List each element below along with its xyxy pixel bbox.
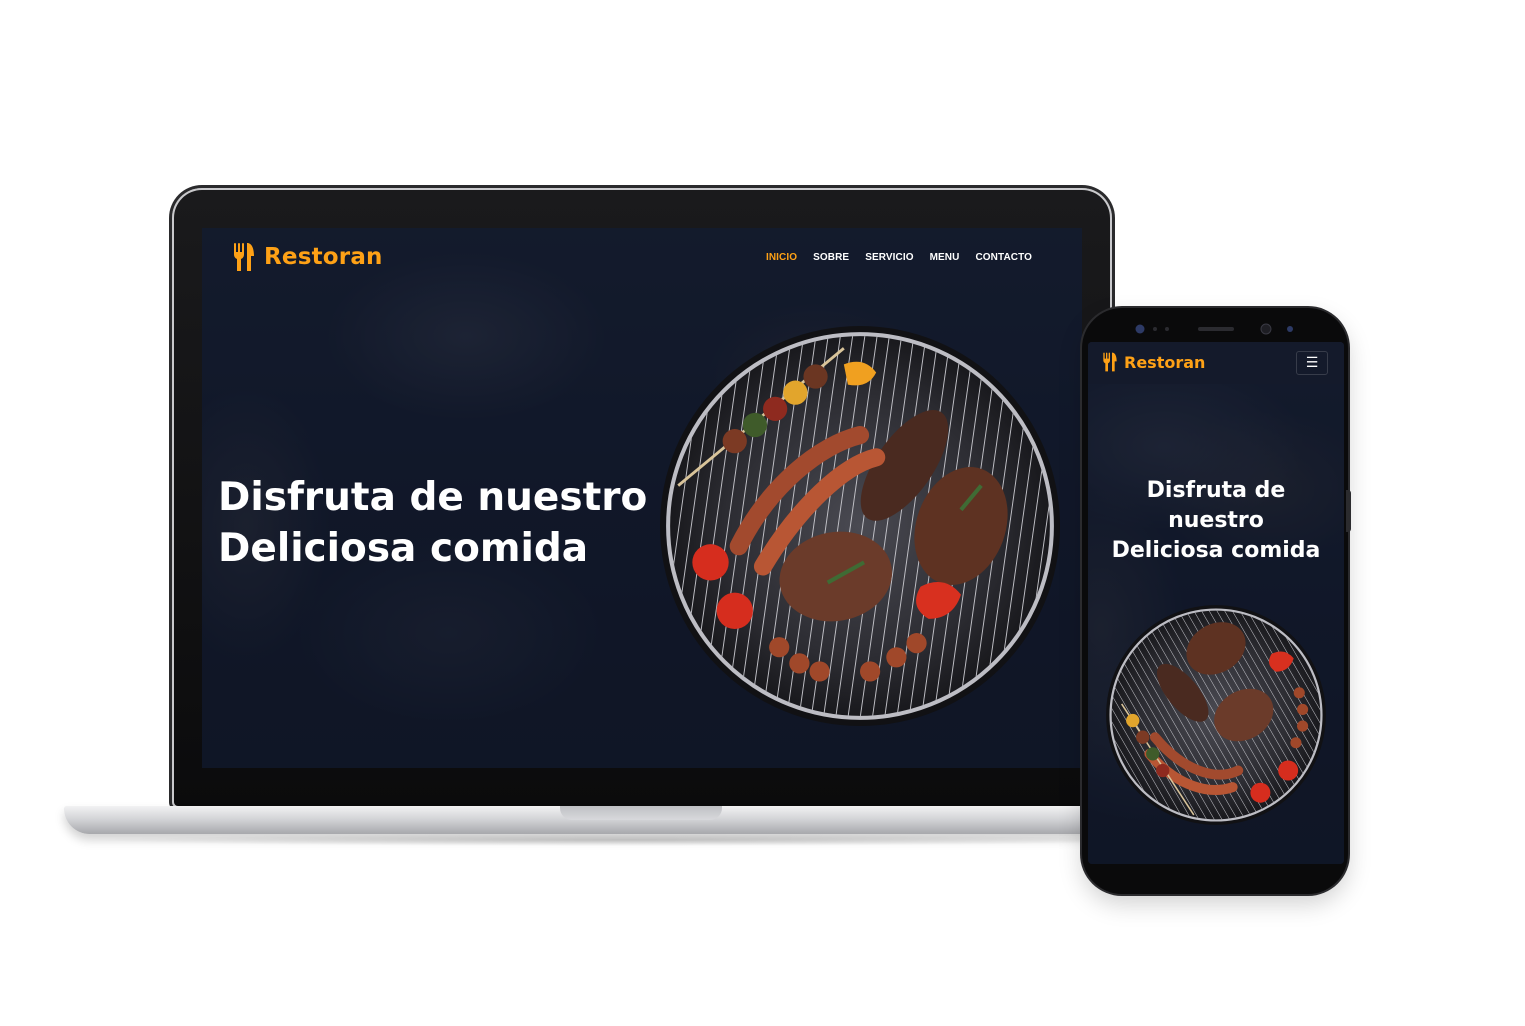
nav-item-contacto[interactable]: CONTACTO bbox=[975, 252, 1032, 263]
brand-logo[interactable]: Restoran bbox=[232, 242, 383, 272]
nav-item-menu[interactable]: MENU bbox=[930, 252, 960, 263]
mobile-hero-headline-line2: nuestro bbox=[1168, 508, 1264, 533]
laptop-notch bbox=[560, 806, 722, 820]
mobile-hero-headline-line1: Disfruta de bbox=[1146, 478, 1286, 503]
mobile-navbar: Restoran ☰ bbox=[1088, 342, 1344, 384]
hero-headline-line1: Disfruta de nuestro bbox=[218, 475, 648, 520]
bbq-grill-image bbox=[660, 326, 1060, 726]
device-mockup-stage: Restoran INICIO SOBRE SERVICIO MENU CONT… bbox=[0, 0, 1525, 1026]
bbq-grill-image bbox=[1106, 605, 1326, 825]
utensils-icon bbox=[234, 243, 254, 271]
main-nav: INICIO SOBRE SERVICIO MENU CONTACTO bbox=[766, 252, 1032, 263]
mobile-menu-toggle[interactable]: ☰ bbox=[1296, 351, 1328, 375]
laptop-screen: Restoran INICIO SOBRE SERVICIO MENU CONT… bbox=[202, 228, 1082, 768]
brand-name: Restoran bbox=[264, 244, 383, 270]
phone-sensors bbox=[1135, 323, 1293, 335]
phone-screen: Restoran ☰ Disfruta de nuestro Deliciosa… bbox=[1088, 342, 1344, 864]
mobile-brand-name: Restoran bbox=[1124, 352, 1206, 372]
phone-side-button bbox=[1346, 490, 1351, 532]
nav-item-servicio[interactable]: SERVICIO bbox=[865, 252, 913, 263]
laptop-shadow bbox=[90, 834, 1160, 846]
mobile-hero-headline: Disfruta de nuestro Deliciosa comida bbox=[1088, 476, 1344, 566]
nav-item-sobre[interactable]: SOBRE bbox=[813, 252, 849, 263]
hero-headline: Disfruta de nuestro Deliciosa comida bbox=[218, 472, 647, 574]
hero-headline-line2: Deliciosa comida bbox=[218, 526, 589, 571]
nav-item-inicio[interactable]: INICIO bbox=[766, 252, 797, 263]
hamburger-icon: ☰ bbox=[1305, 355, 1319, 371]
mobile-hero-headline-line3: Deliciosa comida bbox=[1111, 538, 1321, 563]
utensils-icon bbox=[1103, 352, 1117, 372]
mobile-brand-logo[interactable]: Restoran bbox=[1102, 352, 1205, 372]
